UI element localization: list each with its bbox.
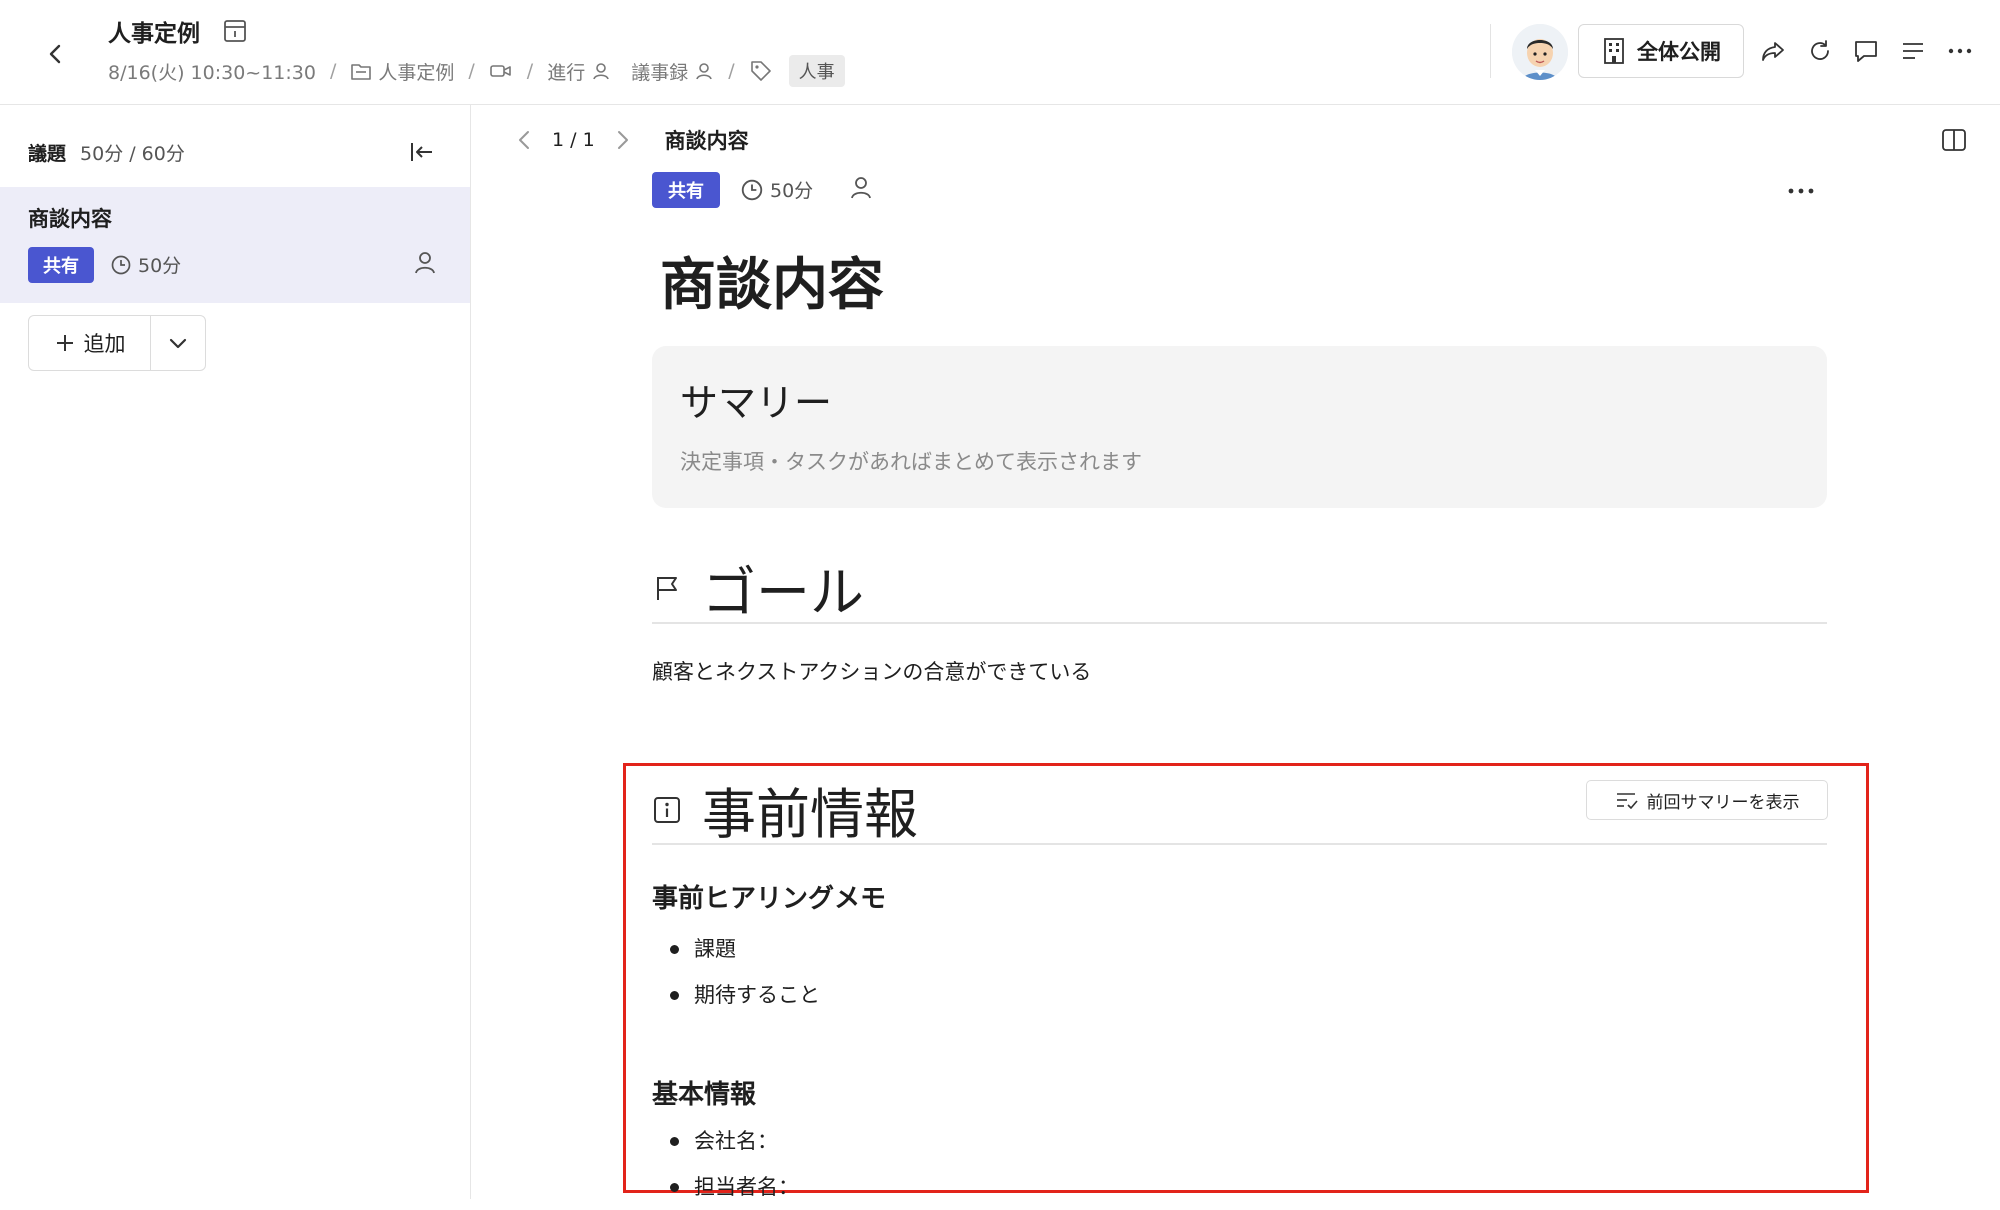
agenda-item-title: 商談内容 (28, 207, 112, 231)
side-panel-toggle[interactable] (1940, 126, 1970, 156)
share-icon (1762, 42, 1784, 61)
facilitator-field[interactable]: 進行 (547, 58, 611, 85)
split-panel-icon (1942, 129, 1966, 151)
tag-badge[interactable]: 人事 (788, 55, 845, 87)
agenda-more-button[interactable] (1786, 176, 1822, 206)
goal-text[interactable]: 顧客とネクストアクションの合意ができている (652, 656, 1091, 686)
facilitator-label: 進行 (547, 61, 586, 84)
show-previous-summary-label: 前回サマリーを表示 (1646, 792, 1800, 813)
list-item[interactable]: 会社名： (668, 1118, 799, 1164)
back-button[interactable] (36, 34, 76, 74)
video-camera-icon (489, 65, 511, 77)
info-icon (654, 796, 680, 823)
list-item[interactable]: 担当者名： (668, 1164, 799, 1210)
chevron-left-icon (519, 131, 529, 149)
agenda-heading: 商談内容 (660, 253, 884, 318)
agenda-item-duration: 50分 (110, 251, 181, 278)
share-badge: 共有 (28, 247, 94, 283)
show-previous-summary-button[interactable]: 前回サマリーを表示 (1586, 780, 1828, 820)
more-button[interactable] (1945, 36, 1975, 66)
more-horizontal-icon (1948, 48, 1972, 54)
refresh-button[interactable] (1805, 36, 1835, 66)
person-icon (851, 177, 871, 199)
folder-name: 人事定例 (378, 61, 455, 84)
add-agenda-button[interactable]: 追加 (29, 316, 151, 370)
pre-info-title: 事前情報 (702, 783, 918, 846)
prev-agenda-button[interactable] (516, 129, 532, 151)
avatar[interactable] (1512, 24, 1568, 80)
divider (652, 622, 1827, 624)
tag-field[interactable]: 人事 (749, 55, 845, 87)
meeting-title: 人事定例 (108, 21, 200, 47)
meeting-meta: 8/16(火) 10:30~11:30 / 人事定例 / / 進行 議事録 / … (108, 55, 845, 87)
list-check-icon (1616, 793, 1638, 809)
summary-card: サマリー 決定事項・タスクがあればまとめて表示されます (652, 346, 1827, 508)
list-item[interactable]: 課題 (668, 926, 820, 972)
agenda-header: 議題 50分 / 60分 (28, 139, 185, 166)
collapse-left-icon (411, 143, 432, 161)
building-icon (1604, 38, 1624, 64)
agenda-item-duration-value: 50分 (138, 255, 182, 277)
folder-icon (351, 64, 372, 80)
top-header: 人事定例 8/16(火) 10:30~11:30 / 人事定例 / / 進行 議… (0, 0, 2000, 105)
add-label: 追加 (83, 332, 126, 356)
person-icon (593, 63, 610, 80)
agenda-duration[interactable]: 50分 (740, 176, 813, 203)
goal-title: ゴール (702, 561, 864, 624)
video-button[interactable] (489, 62, 513, 80)
plus-icon (56, 335, 73, 351)
tag-icon (750, 61, 771, 81)
goal-section-header: ゴール (652, 548, 864, 627)
comment-button[interactable] (1851, 36, 1881, 66)
comment-icon (1855, 41, 1877, 62)
pager-count: 1 / 1 (552, 129, 595, 151)
summary-description: 決定事項・タスクがあればまとめて表示されます (680, 450, 1142, 474)
add-agenda-button-group: 追加 (28, 315, 206, 371)
basic-info-title: 基本情報 (652, 1080, 757, 1110)
list-item[interactable]: 期待すること (668, 972, 820, 1018)
pre-info-section-header: 事前情報 (652, 770, 918, 849)
minutes-field[interactable]: 議事録 (631, 58, 714, 85)
agenda-heading: 議題 (28, 143, 67, 165)
header-divider (1490, 24, 1491, 78)
hearing-memo-title: 事前ヒアリングメモ (652, 884, 887, 914)
visibility-button[interactable]: 全体公開 (1578, 24, 1744, 78)
refresh-icon (1811, 40, 1829, 60)
assignee-button[interactable] (412, 249, 438, 275)
person-icon (696, 63, 713, 80)
agenda-time-summary: 50分 / 60分 (80, 143, 185, 165)
summary-title: サマリー (680, 381, 833, 425)
folder-link[interactable]: 人事定例 (350, 58, 454, 85)
share-badge[interactable]: 共有 (652, 172, 720, 208)
outline-button[interactable] (1898, 36, 1928, 66)
agenda-item[interactable]: 商談内容 共有 50分 (0, 187, 470, 303)
collapse-sidebar-button[interactable] (406, 137, 436, 167)
agenda-pager: 1 / 1 商談内容 (516, 122, 749, 158)
layout-icon[interactable] (222, 18, 248, 44)
pager-title: 商談内容 (664, 129, 749, 153)
basic-info-list: 会社名： 担当者名： (668, 1118, 799, 1210)
add-dropdown-button[interactable] (151, 316, 205, 370)
flag-icon (657, 576, 677, 600)
agenda-sidebar: 議題 50分 / 60分 商談内容 共有 50分 追加 (0, 105, 471, 1199)
list-icon (1903, 43, 1923, 59)
assignee-button[interactable] (848, 174, 874, 200)
chevron-right-icon (617, 131, 628, 149)
minutes-label: 議事録 (631, 61, 689, 84)
clock-icon (741, 179, 763, 200)
more-horizontal-icon (1788, 188, 1814, 194)
chevron-down-icon (169, 338, 187, 349)
chevron-left-icon (49, 44, 61, 64)
meeting-datetime: 8/16(火) 10:30~11:30 (108, 61, 316, 84)
share-button[interactable] (1758, 36, 1788, 66)
next-agenda-button[interactable] (615, 129, 631, 151)
divider (652, 843, 1827, 845)
clock-icon (111, 255, 131, 274)
person-icon (415, 252, 435, 274)
visibility-label: 全体公開 (1637, 40, 1721, 64)
agenda-duration-value: 50分 (770, 180, 814, 202)
hearing-memo-list: 課題 期待すること (668, 926, 820, 1018)
